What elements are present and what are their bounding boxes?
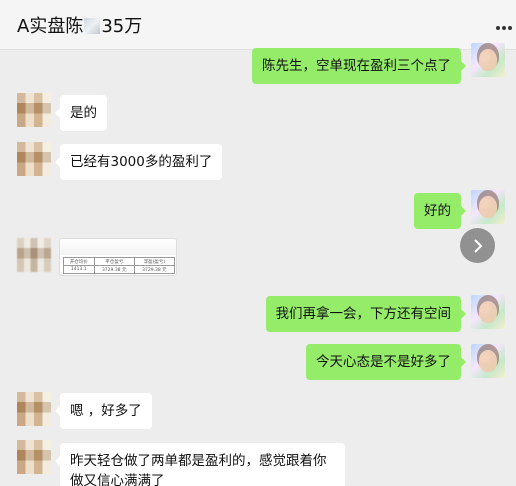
avatar-self[interactable]: [471, 190, 505, 224]
message-text: 已经有3000多的盈利了: [70, 154, 213, 170]
message-text: 好的: [424, 203, 451, 219]
message-text: 昨天轻仓做了两单都是盈利的，感觉跟着你做又信心满满了: [70, 453, 327, 486]
avatar-self[interactable]: [471, 295, 505, 329]
avatar-contact[interactable]: [17, 392, 51, 426]
message-text: 是的: [70, 105, 97, 121]
message-bubble-incoming[interactable]: 是的: [55, 95, 107, 131]
message-text: 嗯 ，好多了: [70, 403, 142, 419]
message-text: 陈先生，空单现在盈利三个点了: [262, 58, 451, 74]
avatar-contact[interactable]: [17, 238, 51, 272]
chat-title-start: A实盘陈: [17, 16, 84, 37]
image-header-band: [60, 239, 176, 255]
chat-header: A实盘陈 35万: [0, 0, 516, 50]
avatar-self[interactable]: [471, 344, 505, 378]
image-table-header: 平仓盈亏: [93, 257, 135, 266]
message-bubble-incoming[interactable]: 已经有3000多的盈利了: [54, 144, 223, 180]
message-bubble-incoming[interactable]: 昨天轻仓做了两单都是盈利的，感觉跟着你做又信心满满了: [55, 443, 345, 486]
message-bubble-outgoing[interactable]: 陈先生，空单现在盈利三个点了: [252, 48, 466, 84]
message-bubble-outgoing[interactable]: 今天心态是不是好多了: [306, 344, 466, 380]
avatar-contact[interactable]: [17, 93, 51, 127]
avatar-contact[interactable]: [17, 440, 51, 474]
chat-title: A实盘陈 35万: [17, 12, 142, 38]
image-table-cell: 1413.1: [63, 265, 95, 274]
image-table-header: 浮盈(盈亏): [133, 257, 176, 266]
message-bubble-outgoing[interactable]: 好的: [414, 193, 466, 229]
more-icon[interactable]: [496, 26, 512, 32]
chat-title-end: 35万: [101, 16, 143, 37]
avatar-self[interactable]: [471, 43, 505, 77]
message-text: 今天心态是不是好多了: [316, 354, 451, 370]
avatar-contact[interactable]: [17, 142, 51, 176]
image-trade-table: 开仓均价 平仓盈亏 浮盈(盈亏) 1413.1 3729.38 元 3729.3…: [63, 257, 176, 274]
image-message-thumbnail[interactable]: 开仓均价 平仓盈亏 浮盈(盈亏) 1413.1 3729.38 元 3729.3…: [59, 238, 177, 276]
image-table-cell: 3729.38 元: [93, 265, 135, 274]
chevron-right-icon: [473, 238, 482, 253]
message-bubble-incoming[interactable]: 嗯 ，好多了: [55, 393, 152, 429]
message-bubble-outgoing[interactable]: 我们再拿一会，下方还有空间: [265, 296, 466, 332]
image-table-cell: 3729.38 元: [133, 265, 176, 274]
next-button[interactable]: [460, 228, 495, 263]
redacted-name-mask: [84, 18, 101, 34]
image-table-header: 开仓均价: [63, 257, 95, 266]
message-text: 我们再拿一会，下方还有空间: [275, 306, 452, 322]
